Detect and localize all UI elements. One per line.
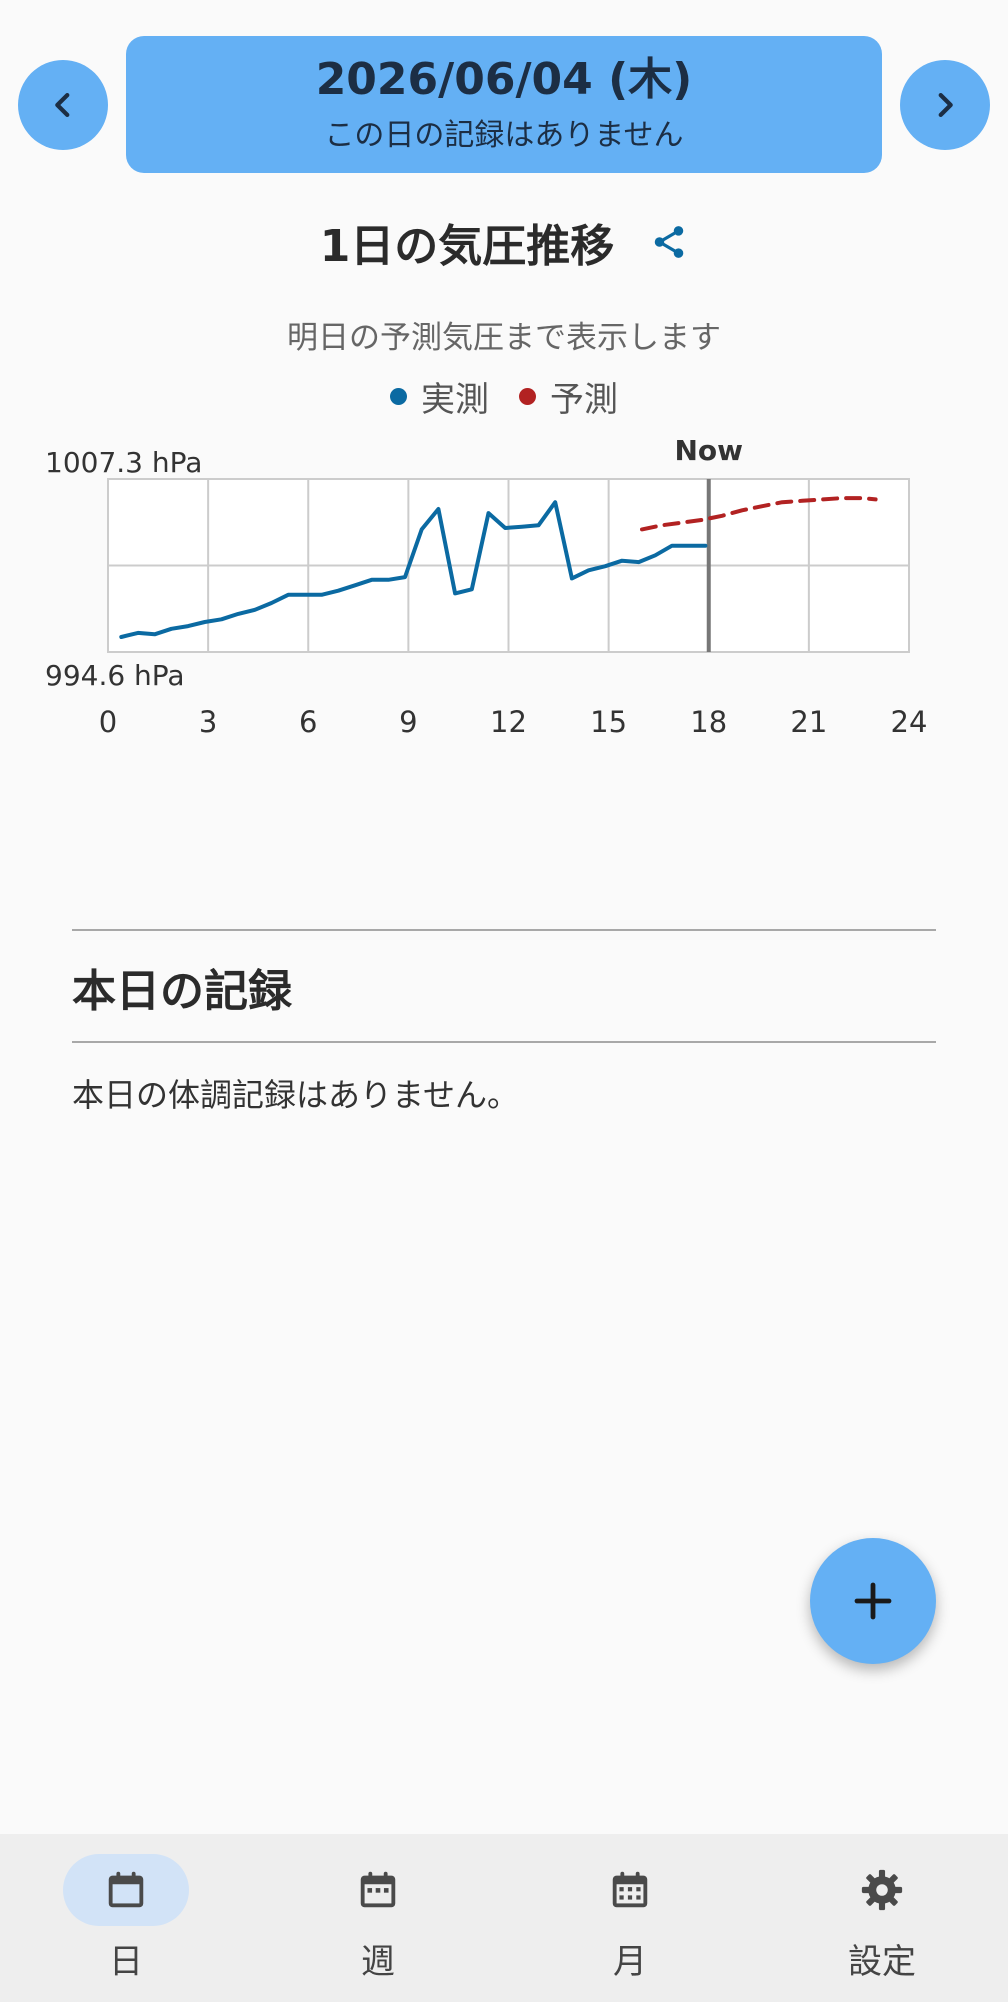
chart-section-header: 1日の気圧推移 (0, 210, 1008, 274)
now-label: Now (674, 434, 743, 467)
x-tick-label: 21 (790, 705, 827, 739)
share-icon[interactable] (650, 223, 688, 261)
next-day-button[interactable] (900, 60, 990, 150)
date-subtitle: この日の記録はありません (324, 117, 684, 153)
nav-item-month[interactable]: 月 (504, 1834, 756, 2002)
add-record-button[interactable] (810, 1538, 936, 1664)
prev-day-button[interactable] (18, 60, 108, 150)
date-header[interactable]: 2026/06/04 (木) この日の記録はありません (126, 36, 882, 173)
nav-label-week: 週 (361, 1942, 395, 1982)
chart-subtitle: 明日の予測気圧まで表示します (287, 320, 721, 356)
calendar-week-icon (360, 1871, 396, 1908)
calendar-day-icon (108, 1871, 144, 1908)
pressure-chart: Now 1007.3 hPa 994.6 hPa 0 3 6 9 12 15 18 21 24 (45, 434, 928, 739)
nav-pill-day (63, 1854, 189, 1926)
y-max-label: 1007.3 hPa (45, 446, 202, 479)
x-tick-label: 9 (399, 705, 417, 739)
legend-label-forecast: 予測 (550, 380, 618, 420)
records-empty-message: 本日の体調記録はありません。 (72, 1076, 520, 1114)
chevron-left-icon (55, 92, 70, 118)
x-tick-label: 18 (690, 705, 727, 739)
nav-item-day[interactable]: 日 (0, 1834, 252, 2002)
legend-dot-forecast (519, 388, 536, 405)
legend-item-actual: 実測 (390, 372, 489, 421)
gear-icon (861, 1869, 903, 1911)
app-screen: 2026/06/04 (木) この日の記録はありません 1日の気圧推移 明日の予… (0, 0, 1008, 2002)
records-title: 本日の記録 (72, 966, 292, 1017)
records-divider-top (72, 929, 936, 931)
x-tick-label: 3 (199, 705, 217, 739)
plus-icon (854, 1582, 892, 1620)
chevron-right-icon (938, 92, 953, 118)
nav-label-day: 日 (109, 1942, 143, 1982)
nav-label-month: 月 (613, 1942, 647, 1982)
chart-legend: 実測 予測 (0, 372, 1008, 421)
nav-item-week[interactable]: 週 (252, 1834, 504, 2002)
x-tick-label: 24 (891, 705, 928, 739)
date-title: 2026/06/04 (木) (315, 54, 693, 106)
y-min-label: 994.6 hPa (45, 659, 185, 692)
legend-label-actual: 実測 (421, 380, 489, 420)
nav-item-settings[interactable]: 設定 (756, 1834, 1008, 2002)
x-tick-label: 12 (490, 705, 527, 739)
nav-pill-month (567, 1854, 693, 1926)
chart-section-title: 1日の気圧推移 (319, 221, 615, 272)
x-tick-label: 6 (299, 705, 317, 739)
legend-item-forecast: 予測 (519, 372, 618, 421)
x-tick-label: 0 (99, 705, 117, 739)
nav-pill-settings (819, 1854, 945, 1926)
bottom-navigation: 日 週 月 設定 (0, 1834, 1008, 2002)
records-divider-bottom (72, 1041, 936, 1043)
nav-label-settings: 設定 (848, 1942, 916, 1982)
x-tick-label: 15 (590, 705, 627, 739)
calendar-month-icon (612, 1871, 648, 1908)
nav-pill-week (315, 1854, 441, 1926)
legend-dot-actual (390, 388, 407, 405)
